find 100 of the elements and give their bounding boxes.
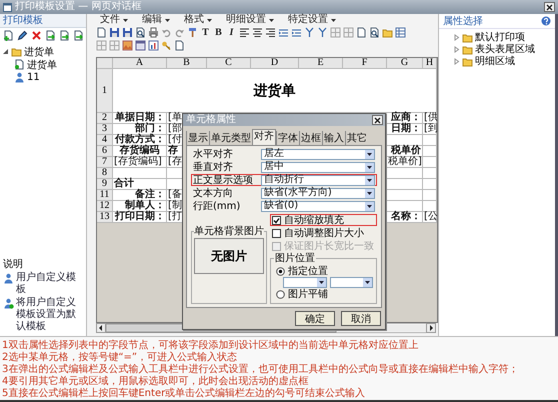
expander-icon[interactable]: [2, 48, 9, 55]
save-icon[interactable]: [122, 27, 133, 38]
document-icon[interactable]: [356, 27, 367, 38]
align-center-icon[interactable]: [252, 27, 263, 38]
close-icon: [374, 116, 381, 124]
tree-item[interactable]: 进货单: [24, 44, 54, 58]
dialog-button[interactable]: 确定: [295, 311, 335, 326]
add-document-icon[interactable]: [3, 30, 14, 41]
tree-item[interactable]: 默认打印项: [475, 30, 525, 44]
format-button[interactable]: T: [200, 27, 211, 38]
image-preview: 无图片: [194, 238, 264, 274]
branch-icon[interactable]: [317, 27, 328, 38]
note-text: 2选中某单元格，按等号键“=”，可进入公式输入状态: [2, 352, 238, 364]
row-number: 11: [97, 190, 113, 201]
caret-icon: [331, 18, 336, 22]
redo-icon[interactable]: [174, 27, 185, 38]
close-button[interactable]: [372, 115, 383, 125]
undo-icon[interactable]: [161, 27, 172, 38]
table-icon[interactable]: [395, 27, 406, 38]
checkbox[interactable]: [272, 216, 281, 224]
note-text: 4要引用其它单元或区域，用鼠标选取即可，此时会出现活动的虚点框: [2, 376, 310, 388]
tab[interactable]: 字体: [276, 131, 299, 145]
close-button[interactable]: [544, 2, 555, 12]
user-icon: [3, 273, 14, 284]
document-arrow-icon[interactable]: [45, 30, 56, 41]
dropdown[interactable]: 缺省(0): [261, 200, 375, 212]
help-icon[interactable]: [541, 16, 551, 26]
image-icon[interactable]: [122, 40, 133, 51]
checkbox[interactable]: [272, 228, 281, 238]
key-icon[interactable]: [161, 40, 172, 51]
tree-item[interactable]: 11: [27, 72, 40, 83]
align-left-icon[interactable]: [239, 27, 250, 38]
dropdown[interactable]: 缺省(水平方向): [261, 188, 375, 198]
dropdown[interactable]: 自动折行: [261, 174, 375, 186]
row-number: 6: [97, 146, 113, 157]
preview-icon[interactable]: [369, 27, 380, 38]
delete-icon[interactable]: [31, 30, 42, 41]
close-icon: [546, 4, 553, 10]
dropdown[interactable]: 居中: [261, 162, 375, 172]
save-icon[interactable]: [109, 27, 120, 38]
row-number: 4: [97, 135, 113, 146]
folder-icon: [462, 44, 473, 54]
row-number: 8: [97, 168, 113, 179]
tab[interactable]: 输入: [322, 131, 345, 145]
document-arrow-icon[interactable]: [73, 30, 84, 41]
brush-icon[interactable]: [187, 27, 198, 38]
format-button[interactable]: B: [213, 27, 224, 38]
radio-label: 图片平铺: [288, 288, 328, 301]
column-header: A: [113, 58, 167, 69]
menu-item[interactable]: 格式: [178, 14, 218, 26]
preview-icon[interactable]: [135, 27, 146, 38]
printer-icon[interactable]: [148, 27, 159, 38]
menu-item[interactable]: 特定设置: [282, 14, 342, 26]
table-cell: [423, 168, 437, 179]
template-icon: [14, 59, 25, 70]
radio-button[interactable]: [276, 290, 285, 298]
tab[interactable]: 其它: [345, 131, 368, 145]
note-text: 5直接在公式编辑栏上按回车键Enter或单击公式编辑栏左边的勾号可结束公式输入: [2, 388, 366, 400]
row-number: 9: [97, 179, 113, 190]
radio-button[interactable]: [276, 266, 285, 276]
table-cell: 部门：: [113, 124, 167, 135]
branch-icon[interactable]: [304, 27, 315, 38]
tab[interactable]: 单元类型: [209, 131, 252, 145]
document-icon[interactable]: [174, 40, 185, 51]
tree-item[interactable]: 明细区域: [475, 54, 515, 68]
document-icon[interactable]: [96, 27, 107, 38]
column-header: E: [299, 58, 343, 69]
table-cell: 制单人：: [113, 201, 167, 212]
tab[interactable]: 边框: [299, 131, 322, 145]
menu-item[interactable]: 文件: [94, 14, 134, 26]
field-label: 正文显示选项: [193, 174, 254, 187]
tree-item[interactable]: 表头表尾区域: [475, 42, 535, 56]
column-header: G: [387, 58, 423, 69]
tab[interactable]: 显示: [186, 131, 209, 145]
legend-item[interactable]: 将用户自定义模板设置为默认模板: [16, 297, 83, 333]
row-number: 1: [97, 69, 113, 113]
column-header: B: [167, 58, 207, 69]
dropdown[interactable]: 居左: [261, 148, 375, 160]
tab[interactable]: 对齐: [252, 129, 276, 145]
folder-icon: [462, 32, 473, 42]
format-button[interactable]: I: [226, 27, 237, 38]
menu-item[interactable]: 编辑: [136, 14, 176, 26]
align-right-icon[interactable]: [265, 27, 276, 38]
window-icon[interactable]: [135, 40, 146, 51]
table-cell: [97, 58, 113, 69]
pencil-icon[interactable]: [17, 30, 28, 41]
column-header: F: [343, 58, 387, 69]
menu-item[interactable]: 明细设置: [220, 14, 280, 26]
column-header: H: [423, 58, 437, 69]
indent-icon[interactable]: [278, 27, 289, 38]
dialog-button[interactable]: 取消: [341, 311, 381, 326]
indent-icon[interactable]: [291, 27, 302, 38]
group-title: 单元格背景图片: [194, 226, 264, 237]
document-arrow-icon[interactable]: [59, 30, 70, 41]
chart-icon[interactable]: [148, 40, 159, 51]
tree-item[interactable]: 进货单: [27, 58, 57, 72]
legend-item[interactable]: 用户自定义模板: [16, 272, 83, 296]
table-cell: 打印日期：: [113, 212, 167, 223]
dropdown[interactable]: [330, 277, 373, 288]
caret-icon: [316, 278, 326, 287]
